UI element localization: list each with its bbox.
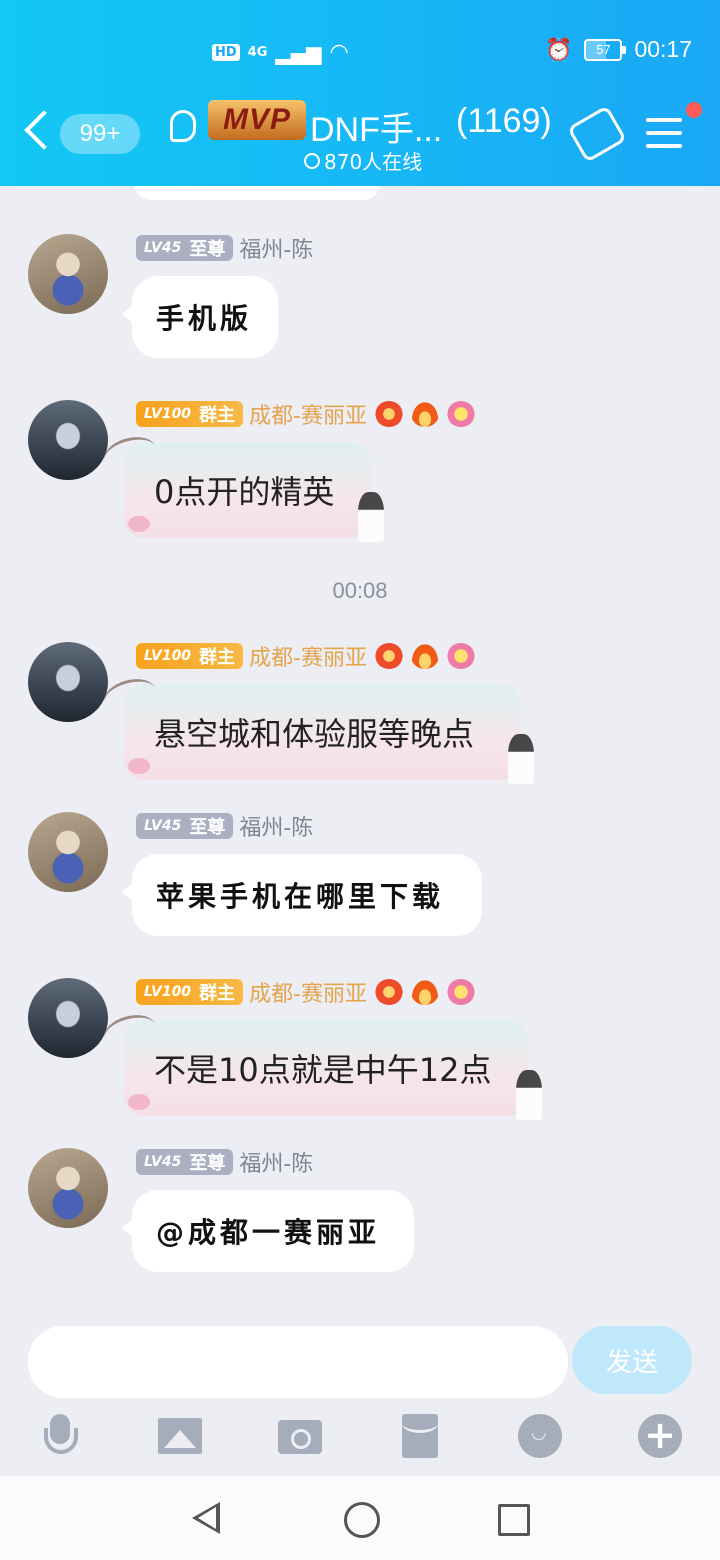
mic-icon[interactable] bbox=[36, 1412, 84, 1460]
wifi-icon: ◠ bbox=[329, 40, 349, 65]
nav-home-icon[interactable] bbox=[344, 1502, 380, 1538]
image-icon[interactable] bbox=[156, 1412, 204, 1460]
message-bubble[interactable]: @成都一赛丽亚 bbox=[122, 1190, 414, 1272]
message-bubble[interactable]: 0点开的精英 bbox=[124, 442, 384, 542]
group-title[interactable]: DNF手... bbox=[310, 102, 442, 151]
network-label: 4G bbox=[247, 45, 268, 60]
menu-icon[interactable] bbox=[646, 118, 682, 157]
plus-icon[interactable] bbox=[636, 1412, 684, 1460]
online-status: 870人在线 bbox=[304, 146, 422, 175]
unread-badge[interactable]: 99+ bbox=[60, 114, 140, 154]
flower-icon bbox=[447, 643, 476, 669]
mvp-badge: MVP bbox=[208, 100, 306, 140]
level-badge: LV45 至尊 bbox=[136, 813, 234, 839]
composer-toolbar bbox=[0, 1412, 720, 1476]
level-badge: LV100 群主 bbox=[136, 401, 244, 427]
sender-name[interactable]: 成都-赛丽亚 bbox=[249, 976, 367, 1008]
camera-icon[interactable] bbox=[276, 1412, 324, 1460]
system-nav-bar bbox=[0, 1476, 720, 1560]
battery-icon: 57 bbox=[584, 38, 627, 61]
chat-messages[interactable]: LV45 至尊 福州-陈 手机版 LV100 群主 成都-赛丽亚 0点开的精英 00… bbox=[0, 186, 720, 1316]
avatar[interactable] bbox=[28, 978, 108, 1058]
level-badge: LV45 至尊 bbox=[136, 235, 234, 261]
sender-name[interactable]: 福州-陈 bbox=[239, 810, 313, 842]
red-packet-icon[interactable] bbox=[396, 1412, 444, 1460]
back-icon[interactable] bbox=[24, 110, 64, 150]
message-bubble[interactable]: 悬空城和体验服等晚点 bbox=[124, 684, 534, 784]
sender-name[interactable]: 成都-赛丽亚 bbox=[249, 640, 367, 672]
emoji-icon[interactable] bbox=[516, 1412, 564, 1460]
hd-icon: HD bbox=[212, 44, 240, 61]
nav-recents-icon[interactable] bbox=[498, 1504, 530, 1536]
title-flair-icon bbox=[375, 979, 404, 1005]
status-bar: HD 4G ▂▄▆ ◠ ⏰ 57 00:17 bbox=[0, 36, 720, 70]
avatar[interactable] bbox=[28, 400, 108, 480]
title-flair-icon bbox=[375, 401, 404, 427]
avatar[interactable] bbox=[28, 642, 108, 722]
message-bubble[interactable]: 手机版 bbox=[122, 276, 278, 358]
member-count: (1169) bbox=[456, 102, 552, 140]
flower-icon bbox=[447, 979, 476, 1005]
send-button[interactable]: 发送 bbox=[572, 1326, 692, 1394]
level-badge: LV100 群主 bbox=[136, 979, 244, 1005]
message-bubble[interactable]: 苹果手机在哪里下载 bbox=[122, 854, 482, 936]
avatar[interactable] bbox=[28, 234, 108, 314]
fire-icon bbox=[411, 979, 440, 1005]
flower-icon bbox=[447, 401, 476, 427]
fire-icon bbox=[411, 401, 440, 427]
timestamp: 00:08 bbox=[332, 578, 388, 603]
level-badge: LV100 群主 bbox=[136, 643, 244, 669]
online-icon bbox=[304, 152, 320, 169]
sender-name[interactable]: 福州-陈 bbox=[239, 232, 313, 264]
avatar[interactable] bbox=[28, 1148, 108, 1228]
title-flair-icon bbox=[375, 643, 404, 669]
message-input[interactable] bbox=[28, 1326, 568, 1398]
previous-bubble bbox=[134, 186, 380, 200]
composer: 发送 bbox=[0, 1316, 720, 1412]
chat-header: HD 4G ▂▄▆ ◠ ⏰ 57 00:17 99+ MVP DNF手... (… bbox=[0, 0, 720, 186]
message-bubble[interactable]: 不是10点就是中午12点 bbox=[124, 1020, 542, 1120]
sender-name[interactable]: 福州-陈 bbox=[239, 1146, 313, 1178]
clock: 00:17 bbox=[634, 36, 692, 62]
sender-name[interactable]: 成都-赛丽亚 bbox=[249, 398, 367, 430]
level-badge: LV45 至尊 bbox=[136, 1149, 234, 1175]
alarm-icon: ⏰ bbox=[545, 36, 573, 62]
share-icon[interactable] bbox=[567, 105, 627, 163]
notification-dot bbox=[686, 102, 702, 118]
ear-icon[interactable] bbox=[170, 110, 196, 142]
fire-icon bbox=[411, 643, 440, 669]
signal-icon: ▂▄▆ bbox=[275, 40, 322, 65]
avatar[interactable] bbox=[28, 812, 108, 892]
